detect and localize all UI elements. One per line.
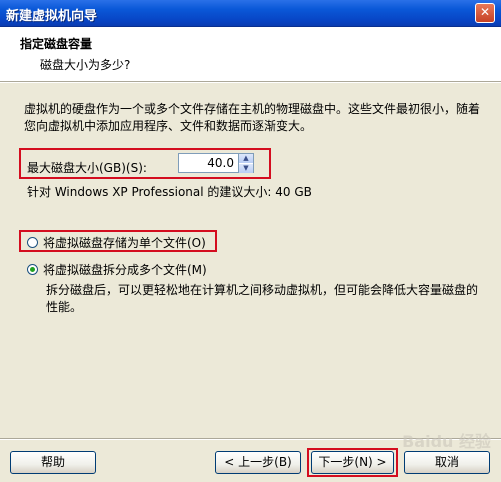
page-title: 指定磁盘容量 [20,37,93,51]
split-description-text: 拆分磁盘后，可以更轻松地在计算机之间移动虚拟机，但可能会降低大容量磁盘的性能。 [46,283,479,314]
split-files-option[interactable]: 将虚拟磁盘拆分成多个文件(M) [27,261,207,277]
page-subtitle: 磁盘大小为多少? [40,58,131,72]
disk-size-input[interactable]: 40.0 [178,153,239,173]
close-icon[interactable]: ✕ [475,3,495,23]
chevron-up-icon[interactable]: ▲ [239,154,253,164]
disk-size-spinner[interactable]: ▲ ▼ [239,153,254,173]
description-text: 虚拟机的硬盘作为一个或多个文件存储在主机的物理磁盘中。这些文件最初很小，随着您向… [24,102,481,133]
split-files-label[interactable]: 将虚拟磁盘拆分成多个文件(M) [43,261,207,278]
watermark: Baidu 经验 [402,432,491,451]
recommended-size-text: 针对 Windows XP Professional 的建议大小: 40 GB [27,185,312,199]
title-bar: 新建虚拟机向导 ✕ [0,0,501,27]
header-divider [0,82,501,83]
help-button[interactable]: 帮助 [10,451,96,474]
single-file-radio[interactable] [27,236,38,248]
window-title: 新建虚拟机向导 [6,9,98,24]
single-file-label[interactable]: 将虚拟磁盘存储为单个文件(O) [43,234,206,251]
cancel-button[interactable]: 取消 [404,451,490,474]
chevron-down-icon[interactable]: ▼ [239,164,253,173]
disk-size-label: 最大磁盘大小(GB)(S): [27,161,147,175]
next-button[interactable]: 下一步(N) > [311,451,394,474]
wizard-header: 指定磁盘容量 磁盘大小为多少? [0,27,501,82]
split-files-radio[interactable] [27,263,38,275]
back-button[interactable]: < 上一步(B) [215,451,301,474]
single-file-option[interactable]: 将虚拟磁盘存储为单个文件(O) [27,234,206,250]
